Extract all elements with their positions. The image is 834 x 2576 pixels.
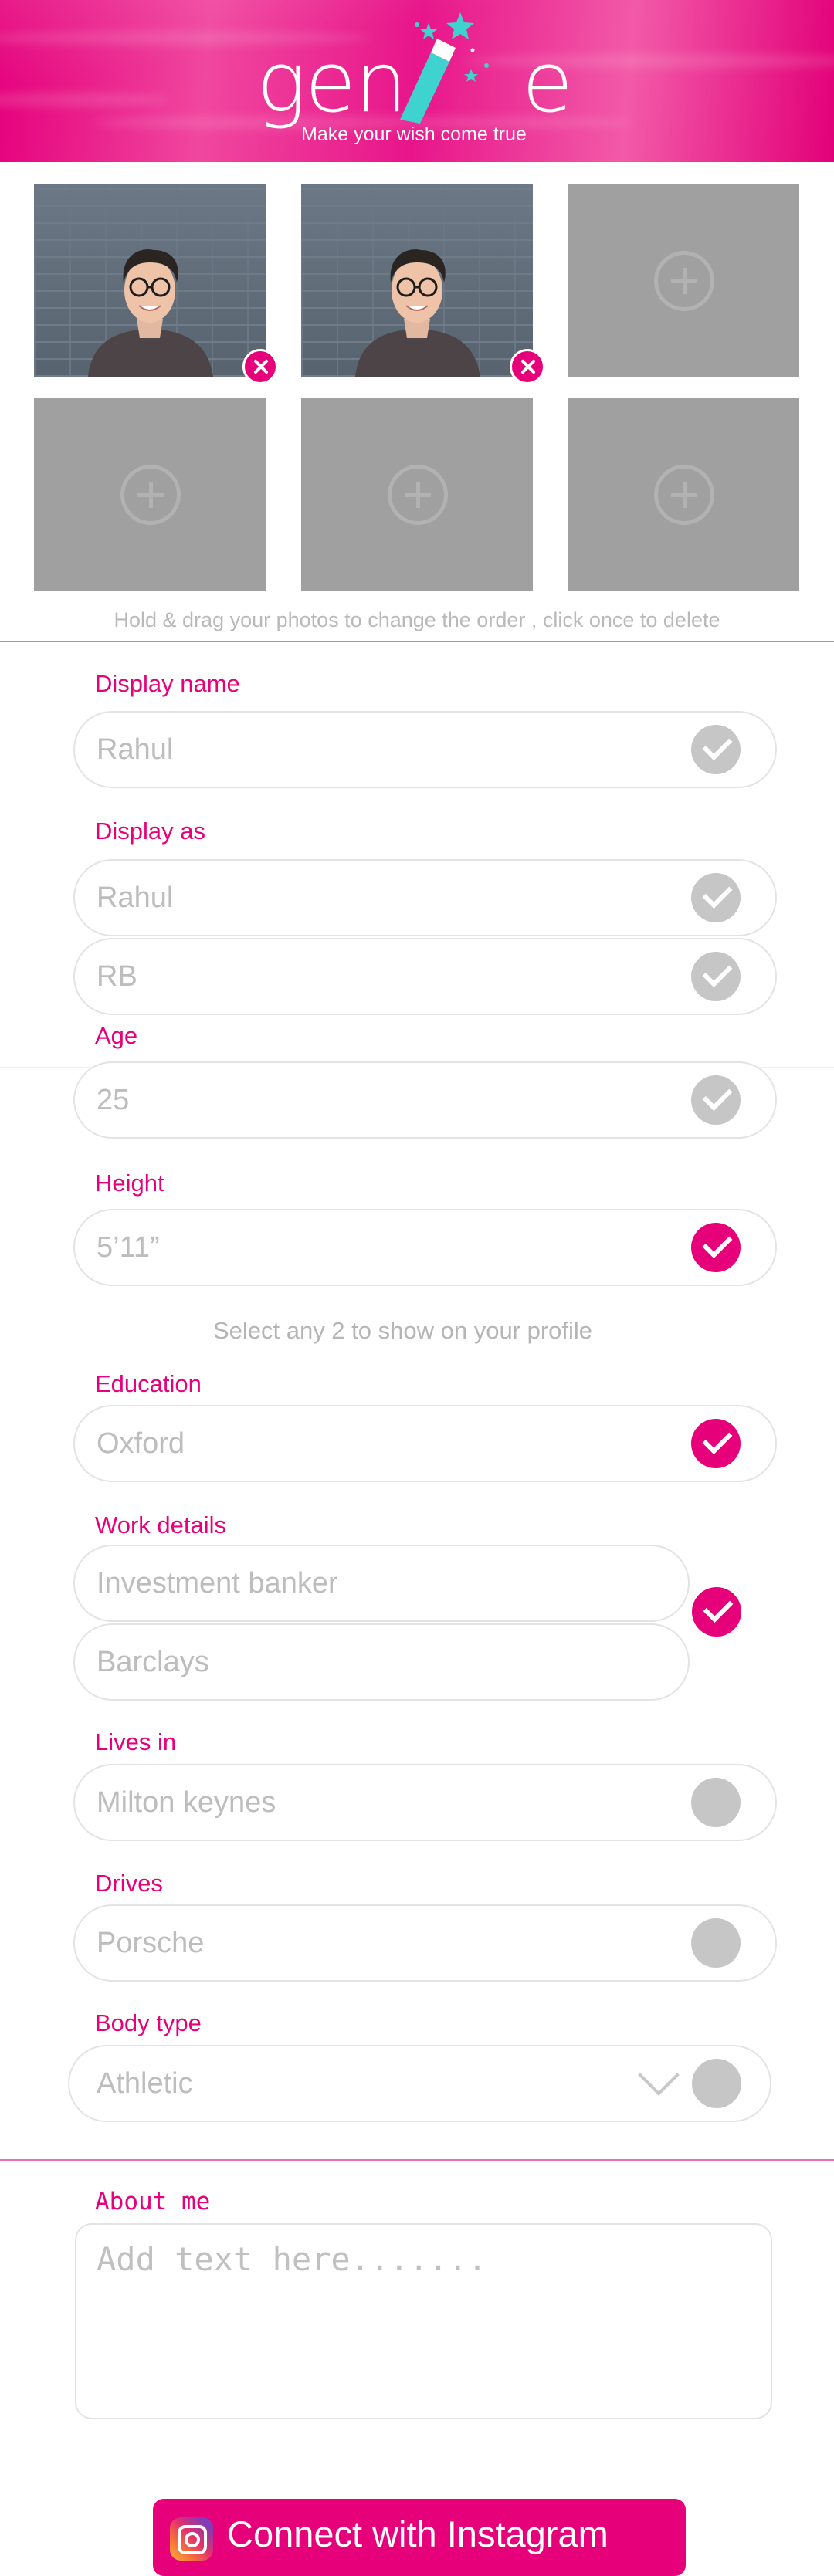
height-check-icon[interactable]: [691, 1223, 741, 1272]
age-field[interactable]: 25: [73, 1061, 777, 1139]
education-label: Education: [95, 1370, 202, 1397]
display-as-label: Display as: [95, 817, 205, 845]
display-name-value: Rahul: [97, 733, 174, 766]
about-me-textarea[interactable]: [95, 2239, 754, 2404]
select-two-hint: Select any 2 to show on your profile: [212, 1317, 593, 1344]
drives-value: Porsche: [97, 1927, 205, 1959]
display-as-option-2-value: RB: [97, 960, 137, 993]
body-type-value: Athletic: [97, 2067, 193, 2100]
chevron-down-icon[interactable]: [638, 2054, 680, 2096]
company-field[interactable]: Barclays: [73, 1623, 690, 1701]
drives-field[interactable]: Porsche: [73, 1904, 777, 1982]
photo-slot-4[interactable]: [34, 398, 266, 591]
drives-label: Drives: [95, 1870, 163, 1897]
photo-slot-5[interactable]: [301, 398, 533, 591]
height-value: 5’11”: [97, 1231, 160, 1264]
about-me-box: [75, 2223, 772, 2419]
body-type-check-icon[interactable]: [692, 2059, 741, 2108]
display-as-option-2-check-icon[interactable]: [691, 952, 741, 1001]
education-value: Oxford: [97, 1427, 185, 1460]
age-label: Age: [95, 1022, 138, 1049]
connect-instagram-label: Connect with Instagram: [227, 2513, 609, 2554]
display-as-option-1[interactable]: Rahul: [73, 859, 777, 936]
app-tagline: Make your wish come true: [301, 124, 527, 145]
age-value: 25: [97, 1084, 130, 1116]
photo-order-hint: Hold & drag your photos to change the or…: [114, 608, 720, 631]
display-name-field[interactable]: Rahul: [73, 711, 777, 788]
about-me-label: About me: [95, 2188, 211, 2215]
add-photo-icon: [388, 465, 448, 525]
display-name-check-icon[interactable]: [691, 725, 741, 774]
logo-text-left: gen: [256, 35, 408, 131]
delete-photo-icon[interactable]: [242, 349, 278, 384]
height-label: Height: [95, 1170, 164, 1197]
section-divider: [0, 641, 834, 642]
body-type-select[interactable]: Athletic: [68, 2045, 771, 2122]
body-type-label: Body type: [95, 2009, 202, 2036]
lives-in-field[interactable]: Milton keynes: [73, 1764, 777, 1841]
display-name-label: Display name: [95, 670, 240, 697]
display-as-option-1-value: Rahul: [97, 882, 174, 914]
add-photo-icon: [654, 251, 714, 311]
display-as-option-2[interactable]: RB: [73, 938, 777, 1015]
magic-wand-icon: [400, 12, 489, 124]
photo-slot-6[interactable]: [568, 398, 799, 591]
lives-in-value: Milton keynes: [97, 1786, 276, 1819]
add-photo-icon: [120, 465, 181, 525]
photo-slot-3[interactable]: [568, 184, 799, 377]
connect-instagram-button[interactable]: Connect with Instagram: [153, 2499, 686, 2576]
photo-slot-2[interactable]: [301, 184, 545, 384]
profile-photo: [355, 249, 480, 377]
drives-check-icon[interactable]: [691, 1918, 741, 1968]
section-divider: [0, 2159, 834, 2161]
work-details-check-icon[interactable]: [692, 1587, 741, 1637]
logo-text-right: e: [521, 35, 573, 131]
job-title-field[interactable]: Investment banker: [73, 1545, 690, 1622]
education-check-icon[interactable]: [691, 1419, 741, 1468]
photo-slot-1[interactable]: [34, 184, 278, 384]
height-field[interactable]: 5’11”: [73, 1209, 777, 1286]
add-photo-icon: [654, 465, 714, 525]
education-field[interactable]: Oxford: [73, 1405, 777, 1482]
age-check-icon[interactable]: [691, 1075, 741, 1125]
delete-photo-icon[interactable]: [510, 349, 545, 384]
lives-in-check-icon[interactable]: [691, 1778, 741, 1827]
instagram-icon: [170, 2517, 213, 2561]
company-value: Barclays: [97, 1646, 209, 1678]
profile-photo: [88, 249, 213, 377]
work-details-label: Work details: [95, 1511, 226, 1538]
job-title-value: Investment banker: [97, 1567, 338, 1599]
app-header: gen e Make your wish come true: [0, 0, 834, 162]
display-as-option-1-check-icon[interactable]: [691, 873, 741, 922]
lives-in-label: Lives in: [95, 1728, 177, 1755]
